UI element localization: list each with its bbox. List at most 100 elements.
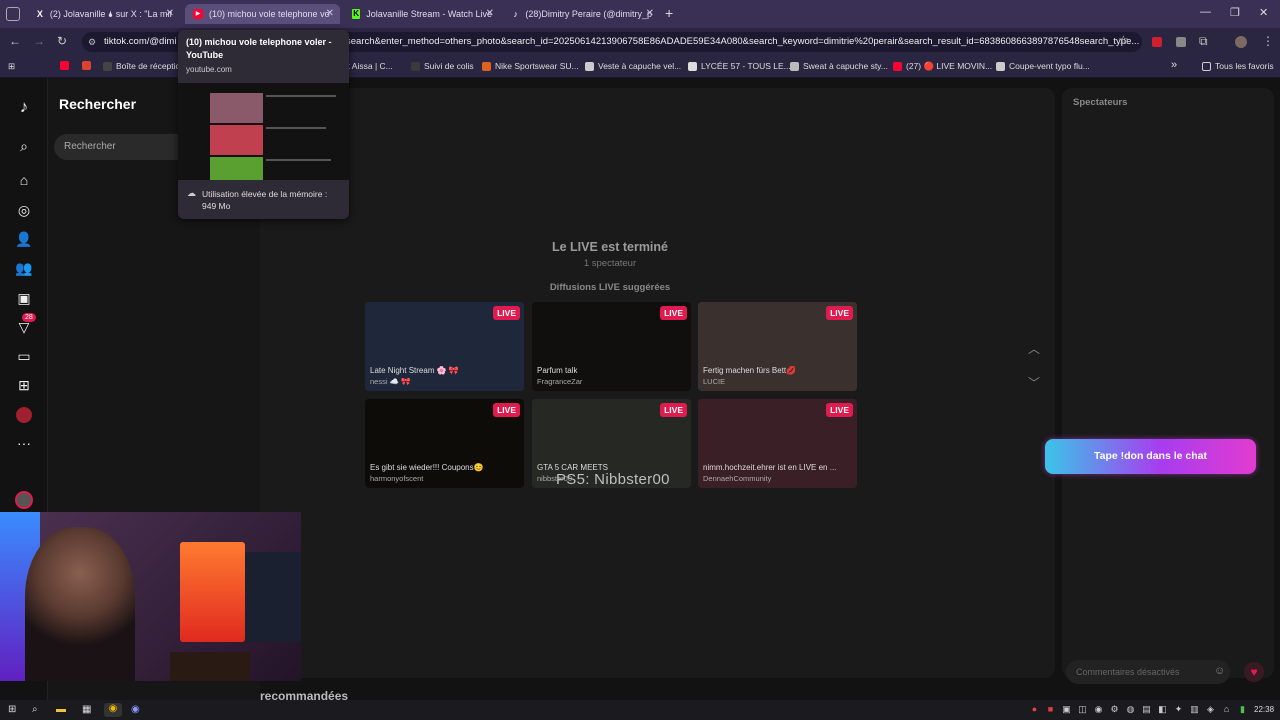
tray-icon[interactable]: ▮ bbox=[1238, 704, 1247, 715]
bookmarks-overflow-icon[interactable]: » bbox=[1171, 59, 1177, 71]
close-window-icon[interactable]: ✕ bbox=[1259, 6, 1268, 19]
chrome-icon[interactable]: ◉ bbox=[104, 703, 122, 717]
bookmark-item[interactable]: Suivi de colis bbox=[411, 61, 474, 71]
extension-icon[interactable] bbox=[1152, 37, 1162, 47]
preview-thumbnail bbox=[210, 157, 263, 180]
tray-icon[interactable]: ✦ bbox=[1174, 704, 1183, 715]
inbox-icon[interactable]: ▽ 28 bbox=[14, 313, 36, 337]
following-icon[interactable]: 👤 bbox=[14, 229, 34, 249]
friends-icon[interactable]: 👥 bbox=[14, 258, 34, 278]
tray-icon[interactable]: ■ bbox=[1046, 704, 1055, 715]
tab-label: (2) Jolavanille 🌢 sur X : "La mif bbox=[49, 8, 172, 19]
live-card[interactable]: LIVE nimm.hochzeit.ehrer ist en LIVE en .… bbox=[698, 399, 857, 488]
close-icon[interactable]: ✕ bbox=[326, 8, 334, 19]
clock[interactable]: 22:38 bbox=[1254, 705, 1274, 714]
tab-x[interactable]: X (2) Jolavanille 🌢 sur X : "La mif ✕ bbox=[28, 4, 180, 24]
mic-icon[interactable]: ● bbox=[1030, 704, 1039, 715]
tray-icon[interactable]: ◧ bbox=[1158, 704, 1167, 715]
profile-avatar[interactable] bbox=[14, 405, 34, 425]
live-card[interactable]: LIVE Fertig machen fürs Bett💋 LUCIE bbox=[698, 302, 857, 391]
preview-thumbnail bbox=[210, 93, 263, 123]
bookmark-item[interactable]: Coupe-vent typo flu... bbox=[996, 61, 1090, 71]
heart-icon[interactable]: ♥ bbox=[1244, 662, 1264, 682]
search-icon[interactable]: ⌕ bbox=[32, 704, 38, 715]
menu-kebab-icon[interactable]: ⋮ bbox=[1262, 34, 1274, 48]
close-icon[interactable]: ✕ bbox=[486, 8, 494, 19]
bookmark-item[interactable]: Veste à capuche vel... bbox=[585, 61, 681, 71]
forward-icon[interactable]: → bbox=[33, 34, 45, 48]
bookmark-gmail[interactable] bbox=[82, 61, 95, 70]
webcam-overlay bbox=[0, 512, 301, 681]
card-title: Late Night Stream 🌸 🎀 bbox=[370, 366, 459, 375]
minimize-icon[interactable]: — bbox=[1200, 6, 1211, 18]
tray-icon[interactable]: ◉ bbox=[1094, 704, 1103, 715]
tab-tiktok[interactable]: ♪ (28)Dimitry Peraire (@dimitry_p ✕ bbox=[504, 4, 660, 24]
tab-youtube[interactable]: ▶ (10) michou vole telephone vo ✕ bbox=[185, 4, 340, 24]
more-button[interactable]: ··· bbox=[14, 433, 34, 453]
bookmark-item[interactable]: Boîte de réception bbox=[103, 61, 185, 71]
tray-icon[interactable]: ◈ bbox=[1206, 704, 1215, 715]
folder-icon bbox=[1202, 61, 1211, 71]
tray-icon[interactable]: ◍ bbox=[1126, 704, 1135, 715]
live-icon[interactable]: ▣ bbox=[14, 288, 34, 308]
live-card[interactable]: LIVE Late Night Stream 🌸 🎀 nessi ☁️ 🎀 bbox=[365, 302, 524, 391]
preview-text-lines bbox=[266, 159, 331, 161]
restore-icon[interactable]: ❐ bbox=[1230, 6, 1240, 19]
explore-icon[interactable]: ◎ bbox=[14, 200, 34, 220]
upload-icon[interactable]: ⊞ bbox=[14, 375, 34, 395]
all-bookmarks[interactable]: Tous les favoris bbox=[1202, 61, 1274, 71]
tray-icon[interactable]: ⌂ bbox=[1222, 704, 1231, 715]
live-main-panel: Le LIVE est terminé 1 spectateur Diffusi… bbox=[260, 88, 1055, 678]
bookmark-item[interactable]: (27) 🔴 LIVE MOVIN... bbox=[893, 61, 992, 72]
tab-kick[interactable]: K Jolavanille Stream - Watch Live ✕ bbox=[344, 4, 500, 24]
close-icon[interactable]: ✕ bbox=[646, 8, 654, 19]
comment-input[interactable]: Commentaires désactivés bbox=[1066, 660, 1230, 684]
bookmark-item[interactable]: Sweat à capuche sty... bbox=[790, 61, 888, 71]
new-tab-button[interactable]: + bbox=[665, 5, 673, 21]
card-username: DennaehCommunity bbox=[703, 474, 772, 483]
memory-usage-text: Utilisation élevée de la mémoire : 949 M… bbox=[202, 189, 328, 211]
taskbar-app-icon[interactable]: ▦ bbox=[82, 704, 91, 715]
file-explorer-icon[interactable]: ▬ bbox=[56, 704, 66, 715]
webcam-person bbox=[25, 527, 135, 681]
hover-card-preview bbox=[178, 83, 349, 180]
reload-icon[interactable]: ↻ bbox=[57, 34, 67, 48]
card-username: nessi ☁️ 🎀 bbox=[370, 377, 411, 386]
panel-title: Rechercher bbox=[59, 96, 137, 112]
tab-search-icon[interactable] bbox=[6, 7, 20, 21]
chevron-up-icon[interactable]: ︿ bbox=[1028, 340, 1040, 357]
profile-avatar[interactable] bbox=[1235, 36, 1247, 48]
windows-start-icon[interactable]: ⊞ bbox=[8, 704, 16, 715]
chevron-down-icon[interactable]: ﹀ bbox=[1028, 374, 1040, 391]
live-card[interactable]: LIVE Es gibt sie wieder!!! Coupons😊 harmon… bbox=[365, 399, 524, 488]
hover-card-domain: youtube.com bbox=[186, 65, 232, 74]
site-info-icon[interactable]: ⚙ bbox=[88, 32, 96, 52]
close-icon[interactable]: ✕ bbox=[166, 8, 174, 19]
hover-card-title: (10) michou vole telephone voler - YouTu… bbox=[186, 37, 332, 60]
messages-icon[interactable]: ▭ bbox=[14, 346, 34, 366]
tray-icon[interactable]: ▣ bbox=[1062, 704, 1071, 715]
bookmark-youtube-icon[interactable] bbox=[60, 61, 73, 70]
tray-icon[interactable]: ▤ bbox=[1142, 704, 1151, 715]
extension-icon[interactable] bbox=[1176, 37, 1186, 47]
tiktok-logo-icon[interactable]: ♪ bbox=[14, 97, 34, 117]
tray-icon[interactable]: ◫ bbox=[1078, 704, 1087, 715]
bookmark-item[interactable]: LYCÉE 57 - TOUS LE... bbox=[688, 61, 791, 71]
tray-icon[interactable]: ⚙ bbox=[1110, 704, 1119, 715]
discord-icon[interactable]: ◉ bbox=[131, 704, 140, 715]
bookmark-item[interactable]: Nike Sportswear SU... bbox=[482, 61, 579, 71]
apps-grid-icon[interactable]: ⊞ bbox=[8, 61, 15, 72]
tray-icon[interactable]: ▥ bbox=[1190, 704, 1199, 715]
home-icon[interactable]: ⌂ bbox=[14, 170, 34, 190]
bookmark-star-icon[interactable]: ☆ bbox=[1118, 33, 1129, 47]
back-icon[interactable]: ← bbox=[9, 34, 21, 48]
extensions-puzzle-icon[interactable]: ⧉ bbox=[1199, 34, 1208, 49]
stream-overlay-text: PS5: Nibbster00 bbox=[556, 471, 670, 488]
search-icon[interactable]: ⌕ bbox=[14, 136, 34, 156]
inbox-badge: 28 bbox=[22, 313, 36, 322]
emoji-icon[interactable]: ☺ bbox=[1214, 665, 1225, 677]
live-badge: LIVE bbox=[826, 306, 853, 320]
live-avatar[interactable] bbox=[14, 490, 34, 510]
live-card[interactable]: LIVE Parfum talk FragranceZar bbox=[532, 302, 691, 391]
tab-hover-card: (10) michou vole telephone voler - YouTu… bbox=[178, 30, 349, 219]
